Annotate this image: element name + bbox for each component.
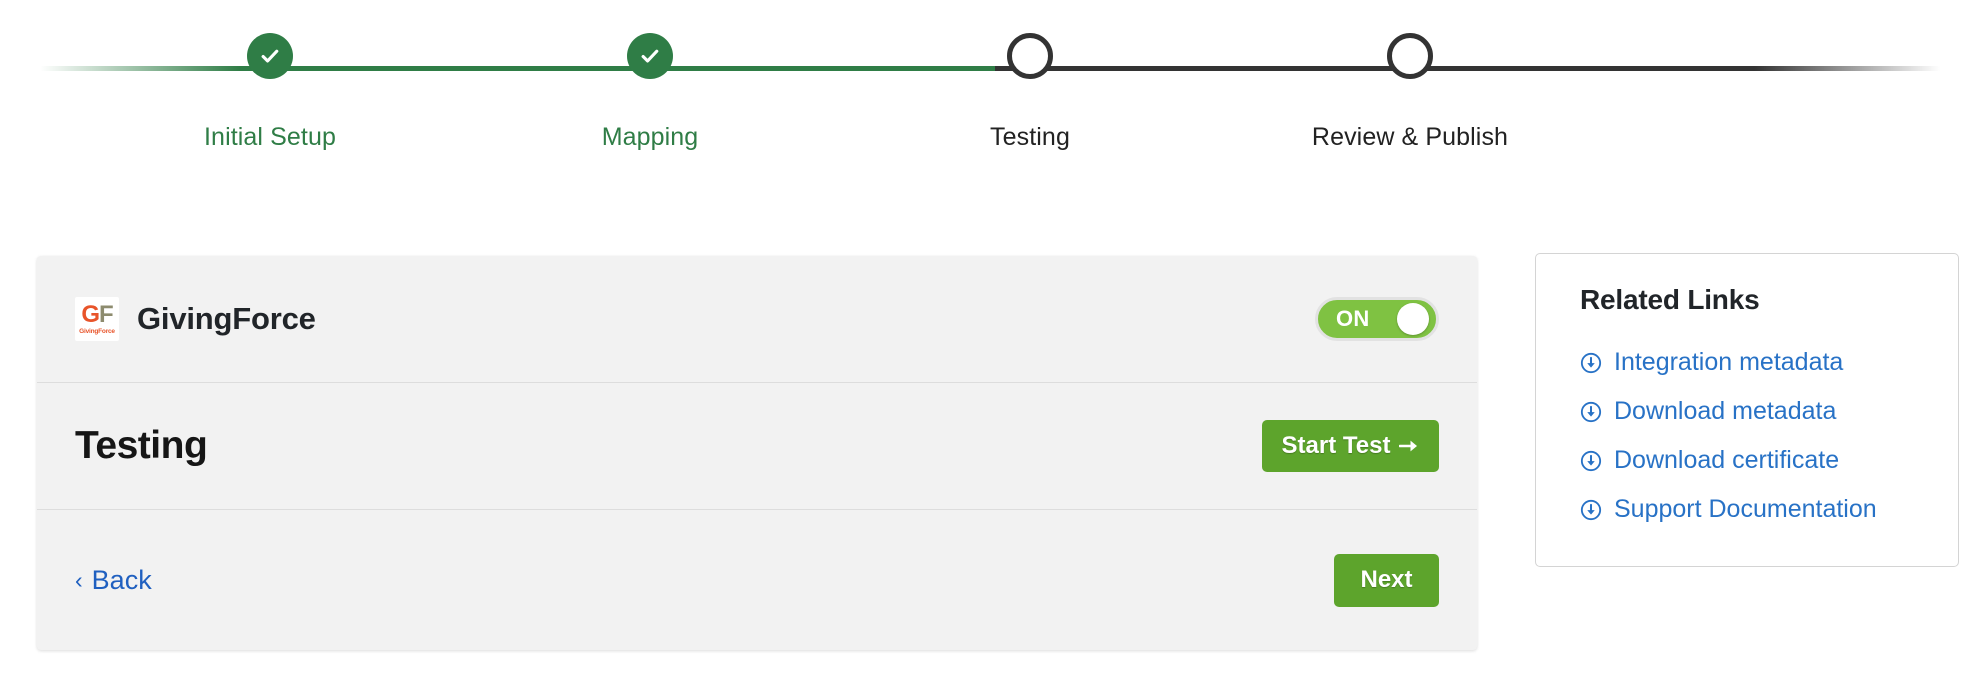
step-label-initial-setup: Initial Setup <box>204 123 336 151</box>
related-link-label: Download metadata <box>1614 397 1837 425</box>
logo-letter-f: F <box>99 301 114 329</box>
start-test-button[interactable]: Start Test <box>1262 420 1439 472</box>
related-link-label: Integration metadata <box>1614 348 1844 376</box>
download-circle-icon <box>1580 401 1602 422</box>
chevron-left-icon: ‹ <box>75 566 83 593</box>
integration-enabled-toggle[interactable]: ON <box>1315 297 1439 341</box>
next-button[interactable]: Next <box>1334 553 1439 607</box>
step-label-testing: Testing <box>990 123 1070 151</box>
integration-card: GF GivingForce GivingForce ON Testing St… <box>37 256 1477 650</box>
logo-monogram: GF <box>81 301 114 329</box>
related-link-download-metadata[interactable]: Download metadata <box>1580 387 1958 436</box>
arrow-right-icon <box>1399 440 1418 452</box>
logo-letter-g: G <box>81 301 100 329</box>
step-marker-mapping[interactable] <box>627 33 673 79</box>
related-link-integration-metadata[interactable]: Integration metadata <box>1580 338 1958 387</box>
step-label-review-publish: Review & Publish <box>1311 123 1509 151</box>
start-test-label: Start Test <box>1281 432 1391 459</box>
integration-brand: GF GivingForce GivingForce <box>75 297 316 341</box>
check-icon <box>261 49 279 63</box>
download-circle-icon <box>1580 352 1602 373</box>
download-circle-icon <box>1580 450 1602 471</box>
stepper-track-segment-remaining <box>995 66 1755 71</box>
related-link-label: Support Documentation <box>1614 495 1877 523</box>
page-title: Testing <box>75 424 208 467</box>
integration-card-body: Testing Start Test <box>37 383 1477 510</box>
related-links-panel: Related Links Integration metadata Downl… <box>1535 253 1959 567</box>
related-link-support-documentation[interactable]: Support Documentation <box>1580 485 1958 534</box>
stepper-track-segment-completed <box>240 66 995 71</box>
check-icon <box>641 49 659 63</box>
integration-card-header: GF GivingForce GivingForce ON <box>37 256 1477 383</box>
step-marker-review-publish[interactable] <box>1387 33 1433 79</box>
stepper-track-segment-end <box>1755 66 1940 71</box>
integration-name: GivingForce <box>137 301 316 336</box>
integration-card-footer: ‹ Back Next <box>37 510 1477 650</box>
related-links-title: Related Links <box>1580 284 1760 315</box>
stepper-track <box>40 66 1940 71</box>
next-button-label: Next <box>1360 566 1413 593</box>
related-link-label: Download certificate <box>1614 446 1840 474</box>
logo-wordmark: GivingForce <box>79 328 115 336</box>
progress-stepper: Initial Setup Mapping Testing Review & P… <box>0 0 1980 165</box>
stepper-track-segment-start <box>40 66 240 71</box>
download-circle-icon <box>1580 499 1602 520</box>
step-marker-testing[interactable] <box>1007 33 1053 79</box>
toggle-state-label: ON <box>1336 306 1370 331</box>
toggle-knob[interactable] <box>1397 303 1429 335</box>
step-marker-initial-setup[interactable] <box>247 33 293 79</box>
related-link-download-certificate[interactable]: Download certificate <box>1580 436 1958 485</box>
step-label-mapping: Mapping <box>601 123 699 151</box>
givingforce-logo-icon: GF GivingForce <box>75 297 119 341</box>
back-link[interactable]: ‹ Back <box>75 565 152 596</box>
back-link-label: Back <box>91 564 152 595</box>
